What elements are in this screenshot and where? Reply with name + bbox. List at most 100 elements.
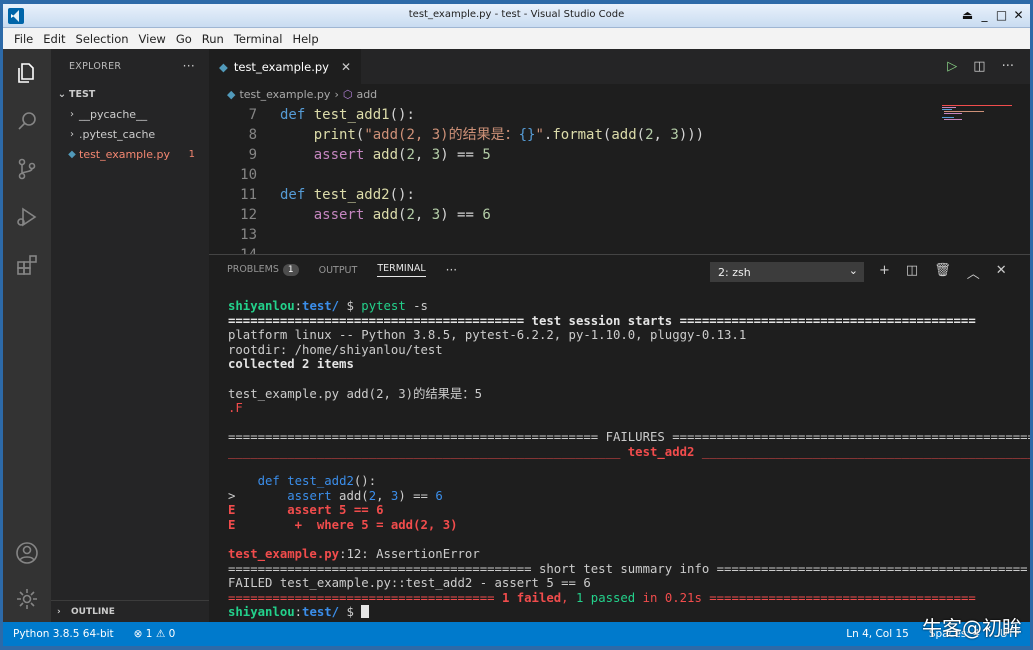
menu-run[interactable]: Run (197, 32, 229, 46)
run-debug-icon[interactable] (15, 205, 39, 229)
settings-gear-icon[interactable] (15, 587, 39, 611)
maximize-button[interactable]: □ (994, 7, 1009, 22)
explorer-sidebar: EXPLORER ··· ⌄ TEST › __pycache__ › .pyt… (51, 49, 209, 622)
menu-edit[interactable]: Edit (38, 32, 70, 46)
code-line[interactable]: 12 assert add(2, 3) == 6 (209, 205, 940, 225)
problems-count-badge: 1 (282, 264, 299, 276)
terminal-line: test_example.py add(2, 3)的结果是：5 (228, 386, 482, 401)
tab-problems[interactable]: PROBLEMS 1 (227, 264, 299, 276)
tab-output[interactable]: OUTPUT (319, 265, 358, 276)
symbol-method-icon: ⬡ (342, 88, 353, 101)
explorer-icon[interactable] (15, 61, 39, 85)
menu-terminal[interactable]: Terminal (229, 32, 288, 46)
activity-bar (3, 49, 51, 622)
line-number: 13 (240, 227, 257, 243)
run-icon[interactable]: ▷ (947, 59, 957, 74)
tab-test-example[interactable]: ◆ test_example.py ✕ (209, 49, 362, 84)
minimap[interactable] (940, 105, 1012, 135)
code-text: print("add(2, 3)的结果是：{}".format(add(2, 3… (313, 127, 705, 143)
terminal-line: FAILED test_example.py::test_add2 - asse… (228, 576, 591, 591)
terminal-line: rootdir: /home/shiyanlou/test (228, 342, 443, 357)
code-line[interactable]: 9 assert add(2, 3) == 5 (209, 145, 940, 165)
restore-icon[interactable]: ⏏ (960, 7, 975, 22)
more-actions-icon[interactable]: ··· (183, 59, 195, 73)
breadcrumb-symbol[interactable]: add (356, 88, 377, 101)
chevron-right-icon: › (70, 128, 74, 140)
minimize-button[interactable]: _ (977, 7, 992, 22)
close-tab-icon[interactable]: ✕ (341, 60, 351, 74)
tab-terminal[interactable]: TERMINAL (377, 263, 426, 277)
line-number: 11 (240, 187, 257, 203)
code-line[interactable]: 10 (209, 165, 940, 185)
trash-icon[interactable]: 🗑 (934, 263, 951, 282)
error-icon: ⊗ (133, 628, 143, 640)
code-line[interactable]: 13 (209, 225, 940, 245)
new-terminal-icon[interactable]: + (879, 263, 890, 282)
more-actions-icon[interactable]: ··· (1002, 59, 1014, 74)
python-file-icon: ◆ (219, 59, 228, 74)
chevron-right-icon: › (334, 88, 339, 101)
code-line[interactable]: 7 def test_add1(): (209, 105, 940, 125)
status-bar: Python 3.8.5 64-bit ⊗ 1 ⚠ 0 Ln 4, Col 15… (3, 622, 1030, 646)
more-actions-icon[interactable]: ··· (446, 263, 457, 277)
cursor-position[interactable]: Ln 4, Col 15 (836, 628, 919, 640)
terminal-line: test_example.py:12: AssertionError (228, 547, 480, 562)
menu-selection[interactable]: Selection (71, 32, 134, 46)
explorer-header: EXPLORER ··· (69, 59, 195, 73)
split-editor-icon[interactable]: ◫ (973, 59, 985, 74)
code-text: def test_add2(): (280, 187, 415, 203)
close-panel-icon[interactable]: ✕ (996, 263, 1007, 282)
menu-go[interactable]: Go (171, 32, 197, 46)
terminal-line: ========================================… (228, 313, 976, 328)
breadcrumb: ◆ test_example.py › ⬡ add (209, 84, 1030, 105)
tree-root-test[interactable]: ⌄ TEST (51, 84, 209, 104)
breadcrumb-file[interactable]: test_example.py (239, 88, 330, 101)
editor-area: ◆ test_example.py ✕ ▷ ◫ ··· ◆ test_examp… (209, 49, 1030, 263)
code-line[interactable]: 8 print("add(2, 3)的结果是：{}".format(add(2,… (209, 125, 940, 145)
terminal-line: def test_add2(): (257, 474, 377, 489)
terminal-line: E + where 5 = add(2, 3) (228, 517, 458, 532)
account-icon[interactable] (15, 541, 39, 565)
python-file-icon: ◆ (68, 148, 76, 160)
outline-section[interactable]: › OUTLINE (51, 600, 209, 622)
code-line[interactable]: 11 def test_add2(): (209, 185, 940, 205)
watermark: 牛客@初眸 (922, 616, 1022, 640)
problems-status[interactable]: ⊗ 1 ⚠ 0 (124, 628, 186, 640)
menu-view[interactable]: View (134, 32, 171, 46)
chevron-down-icon: ⌄ (848, 264, 858, 277)
code-text: assert add(2, 3) == 6 (313, 207, 491, 223)
line-number: 7 (248, 107, 257, 123)
tree-item-pytest-cache[interactable]: › .pytest_cache (51, 124, 209, 144)
python-interpreter[interactable]: Python 3.8.5 64-bit (3, 628, 124, 640)
source-control-icon[interactable] (15, 157, 39, 181)
line-number: 9 (248, 147, 257, 163)
terminal-line: shiyanlou:test/ $ pytest -s (228, 299, 428, 313)
terminal-line: ========================================… (228, 561, 1028, 576)
chevron-right-icon: › (70, 108, 74, 120)
tree-item-test-example[interactable]: ◆ test_example.py 1 (51, 144, 209, 164)
split-terminal-icon[interactable]: ◫ (906, 263, 918, 282)
terminal-line: platform linux -- Python 3.8.5, pytest-6… (228, 328, 747, 343)
menu-file[interactable]: File (9, 32, 38, 46)
terminal-line: ________________________________________… (228, 444, 1030, 459)
terminal-line: shiyanlou:test/ $ (228, 605, 1030, 620)
terminal-line: collected 2 items (228, 357, 354, 372)
python-file-icon: ◆ (227, 88, 236, 101)
terminal-select[interactable]: 2: zsh ⌄ (710, 262, 864, 282)
extensions-icon[interactable] (15, 253, 39, 277)
bottom-panel: PROBLEMS 1 OUTPUT TERMINAL ··· 2: zsh ⌄ +… (209, 254, 1030, 622)
terminal-line: ==================================== 1 f… (228, 590, 976, 605)
code-editor[interactable]: 7 def test_add1(): 8 print("add(2, 3)的结果是：… (209, 105, 940, 265)
search-icon[interactable] (15, 109, 39, 133)
menu-help[interactable]: Help (287, 32, 323, 46)
terminal-output[interactable]: shiyanlou:test/ $ pytest -s =============… (228, 299, 1030, 620)
chevron-right-icon: › (57, 606, 61, 617)
maximize-panel-icon[interactable]: ︿ (967, 263, 980, 282)
terminal-line: ========================================… (228, 430, 1030, 445)
close-button[interactable]: ✕ (1011, 7, 1026, 22)
editor-tabs: ◆ test_example.py ✕ (209, 49, 1030, 84)
tree-item-pycache[interactable]: › __pycache__ (51, 104, 209, 124)
